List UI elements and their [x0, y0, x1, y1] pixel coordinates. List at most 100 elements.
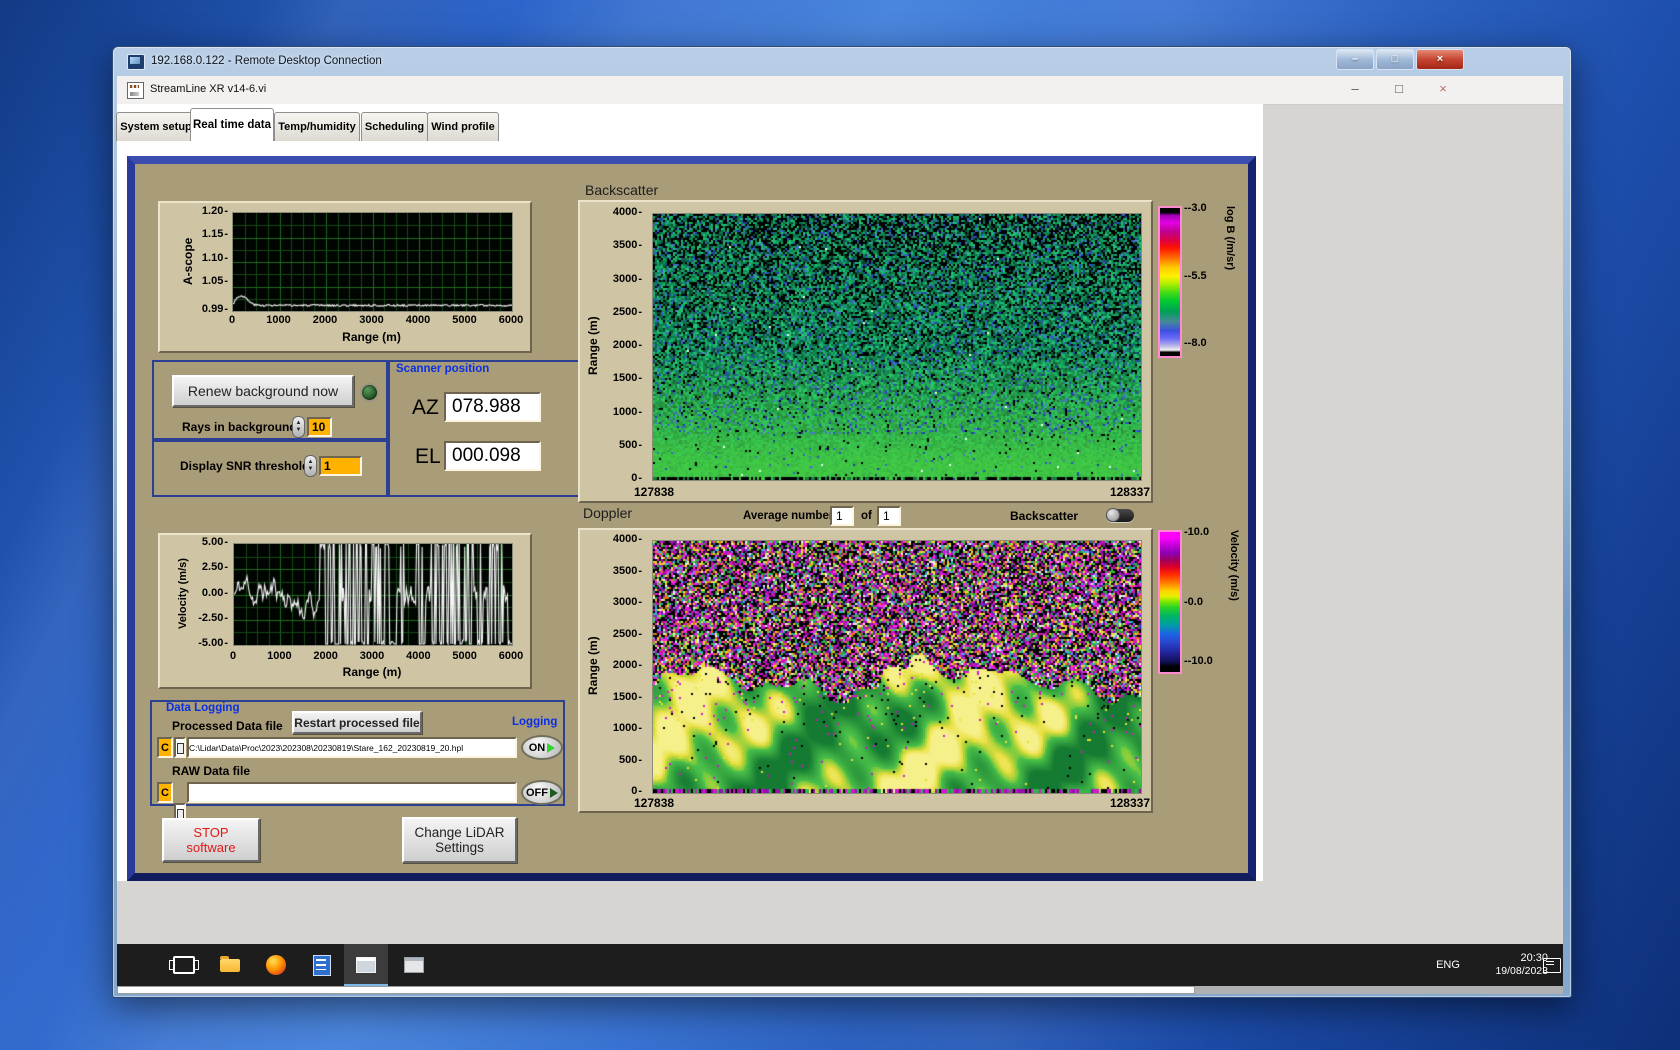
taskbar-clock[interactable]: 20:30 19/08/2023: [1472, 952, 1548, 978]
streamline-window-icon: [356, 957, 376, 973]
y-tick-label: -2.50: [198, 612, 228, 624]
renew-background-button[interactable]: Renew background now: [172, 375, 354, 407]
colorbar-tick-label: -5.5: [1184, 270, 1207, 282]
average-total-field[interactable]: 1: [877, 506, 901, 526]
off-led-arrow-icon: [550, 787, 558, 798]
data-app-button[interactable]: [300, 944, 344, 986]
app-maximize-button[interactable]: □: [1385, 80, 1413, 98]
processed-path-field[interactable]: C:\Lidar\Data\Proc\2023\202308\20230819\…: [187, 737, 517, 758]
rays-spinner[interactable]: ▲ ▼: [292, 416, 305, 438]
backscatter-range-label: Range (m): [586, 316, 600, 376]
processed-path-text: C:\Lidar\Data\Proc\2023\202308\20230819\…: [189, 742, 464, 753]
on-led-arrow-icon: [547, 742, 556, 753]
processed-path-browse-icon[interactable]: [174, 737, 186, 758]
backscatter-plot: [652, 213, 1142, 481]
remote-desktop-icon: [127, 54, 145, 70]
rdp-close-button[interactable]: ×: [1416, 49, 1464, 70]
a-scope-y-axis: 1.20 1.15 1.10 1.05 0.99: [190, 205, 230, 315]
scanner-position-title: Scanner position: [396, 363, 490, 375]
y-tick-label: 4000: [613, 533, 642, 545]
file-explorer-button[interactable]: [208, 944, 252, 986]
y-tick-label: 4000: [613, 206, 642, 218]
az-value-field[interactable]: 078.988: [444, 392, 541, 422]
tab-real-time-data[interactable]: Real time data: [190, 108, 274, 141]
rdp-scrollbar-thumb[interactable]: [117, 986, 1195, 994]
rdp-minimize-button[interactable]: –: [1336, 49, 1374, 70]
raw-path-field[interactable]: [187, 782, 517, 803]
colorbar-tick-label: -3.0: [1184, 202, 1207, 214]
change-lidar-settings-button[interactable]: Change LiDAR Settings: [402, 817, 517, 863]
a-scope-x-axis: 0 1000 2000 3000 4000 5000 6000: [229, 314, 523, 328]
data-app-icon: [313, 954, 331, 976]
average-number-field[interactable]: 1: [830, 506, 854, 526]
language-indicator[interactable]: ENG: [1426, 944, 1470, 986]
settings-button-line2: Settings: [435, 840, 484, 855]
backscatter-toggle-switch[interactable]: [1106, 508, 1134, 522]
colorbar-tick-label: -8.0: [1184, 337, 1207, 349]
processed-data-file-label: Processed Data file: [172, 719, 283, 733]
backscatter-colorbar: [1158, 206, 1182, 358]
raw-logging-off-button[interactable]: OFF: [521, 780, 563, 805]
streamline-taskbar-button[interactable]: [344, 944, 388, 986]
rdp-maximize-button[interactable]: □: [1376, 49, 1414, 70]
notification-center-button[interactable]: [1538, 944, 1566, 986]
app-window-title: StreamLine XR v14-6.vi: [150, 83, 267, 95]
clock-time: 20:30: [1520, 952, 1548, 964]
app-close-button[interactable]: ×: [1429, 80, 1457, 98]
x-tick-label: 3000: [359, 650, 385, 662]
y-tick-label: 1500: [613, 691, 642, 703]
rays-in-background-label: Rays in background: [182, 420, 297, 434]
y-tick-label: 2.50: [202, 561, 228, 573]
velocity-y-axis: 5.00 2.50 0.00 -2.50 -5.00: [186, 536, 230, 649]
task-view-button[interactable]: [162, 944, 206, 986]
x-tick-label: 2000: [312, 314, 338, 326]
y-tick-label: 0.00: [202, 587, 228, 599]
settings-button-line1: Change LiDAR: [414, 825, 505, 840]
y-tick-label: 1.05: [202, 275, 228, 287]
stop-button-line2: software: [186, 840, 236, 855]
backscatter-toggle-label: Backscatter: [1010, 509, 1079, 523]
on-label: ON: [528, 741, 546, 754]
y-tick-label: 0: [631, 472, 642, 484]
raw-drive-selector[interactable]: C: [157, 782, 173, 803]
processed-drive-selector[interactable]: C: [157, 737, 173, 758]
snr-threshold-label: Display SNR threshold: [180, 459, 310, 473]
velocity-plot: [233, 543, 513, 646]
x-tick-label: 6000: [498, 650, 524, 662]
snr-value-field[interactable]: 1: [319, 456, 362, 476]
y-tick-label: 2000: [613, 339, 642, 351]
labview-vi-icon: [127, 82, 144, 99]
stop-button-line1: STOP: [193, 825, 229, 840]
backscatter-title: Backscatter: [585, 182, 659, 198]
x-tick-label: 3000: [359, 314, 384, 326]
rays-value-field[interactable]: 10: [307, 417, 332, 437]
backscatter-x-end: 128337: [1109, 485, 1150, 499]
scan-scheduler-button[interactable]: [392, 944, 436, 986]
restart-processed-file-button[interactable]: Restart processed file: [292, 711, 422, 734]
snr-spinner[interactable]: ▲ ▼: [304, 455, 317, 477]
x-tick-label: 5000: [452, 650, 477, 662]
stop-software-button[interactable]: STOP software: [162, 818, 260, 862]
x-tick-label: 2000: [313, 650, 338, 662]
firefox-button[interactable]: [254, 944, 298, 986]
app-minimize-button[interactable]: –: [1341, 80, 1369, 98]
y-tick-label: 2000: [613, 659, 642, 671]
logging-label: Logging: [512, 716, 558, 728]
y-tick-label: 5.00: [202, 536, 228, 548]
el-value-field[interactable]: 000.098: [444, 441, 541, 471]
firefox-icon: [266, 955, 286, 975]
tab-wind-profile[interactable]: Wind profile: [427, 112, 499, 141]
doppler-range-label: Range (m): [586, 636, 600, 696]
tab-temp-humidity[interactable]: Temp/humidity: [274, 112, 360, 141]
of-label: of: [861, 510, 872, 522]
y-tick-label: 1.10: [202, 252, 228, 264]
language-label: ENG: [1436, 959, 1460, 971]
y-tick-label: 500: [619, 754, 642, 766]
y-tick-label: -5.00: [198, 637, 228, 649]
tab-system-setup[interactable]: System setup: [116, 112, 196, 141]
y-tick-label: 3500: [613, 565, 642, 577]
y-tick-label: 3500: [613, 239, 642, 251]
y-tick-label: 1.15: [202, 228, 228, 240]
processed-logging-on-button[interactable]: ON: [521, 735, 563, 760]
tab-scheduling[interactable]: Scheduling: [361, 112, 428, 141]
